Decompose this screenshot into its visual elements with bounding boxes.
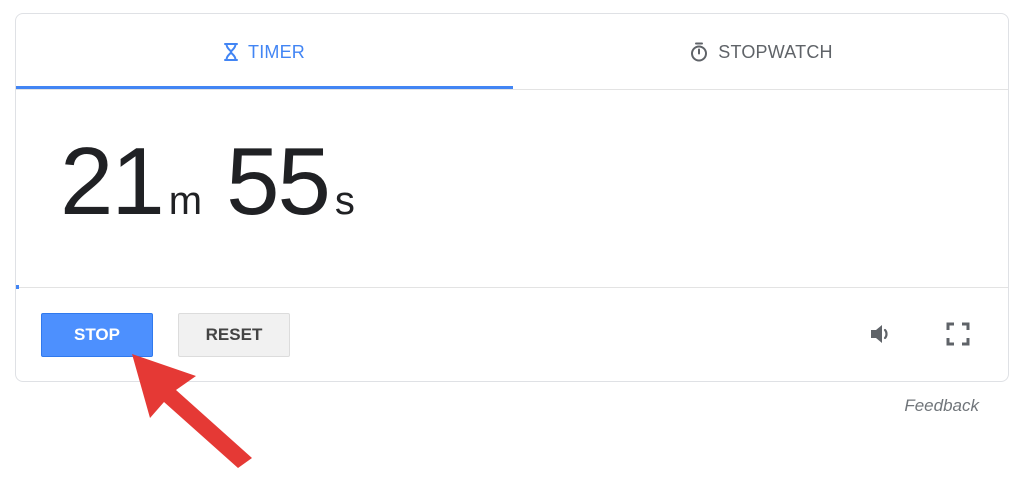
feedback-link[interactable]: Feedback (904, 396, 979, 416)
tab-stopwatch-label: STOPWATCH (718, 41, 833, 62)
timer-seconds-unit: s (334, 179, 355, 223)
timer-minutes-unit: m (168, 179, 203, 223)
timer-card: TIMER STOPWATCH 21 m 55 s STOP RESET (15, 13, 1009, 382)
tab-stopwatch[interactable]: STOPWATCH (513, 14, 1008, 90)
tab-timer[interactable]: TIMER (16, 14, 513, 90)
tab-bar: TIMER STOPWATCH (16, 14, 1008, 90)
timer-minutes: 21 (60, 128, 165, 235)
progress-track (16, 287, 1008, 288)
timer-seconds: 55 (226, 128, 331, 235)
timer-display: 21 m 55 s (60, 134, 355, 230)
fullscreen-icon[interactable] (940, 316, 976, 352)
progress-indicator (16, 285, 19, 289)
red-arrow-icon (132, 354, 252, 468)
hourglass-icon (224, 43, 238, 61)
active-tab-indicator (16, 86, 513, 89)
volume-icon[interactable] (863, 316, 899, 352)
tab-timer-label: TIMER (248, 41, 305, 62)
stopwatch-icon (690, 42, 708, 62)
